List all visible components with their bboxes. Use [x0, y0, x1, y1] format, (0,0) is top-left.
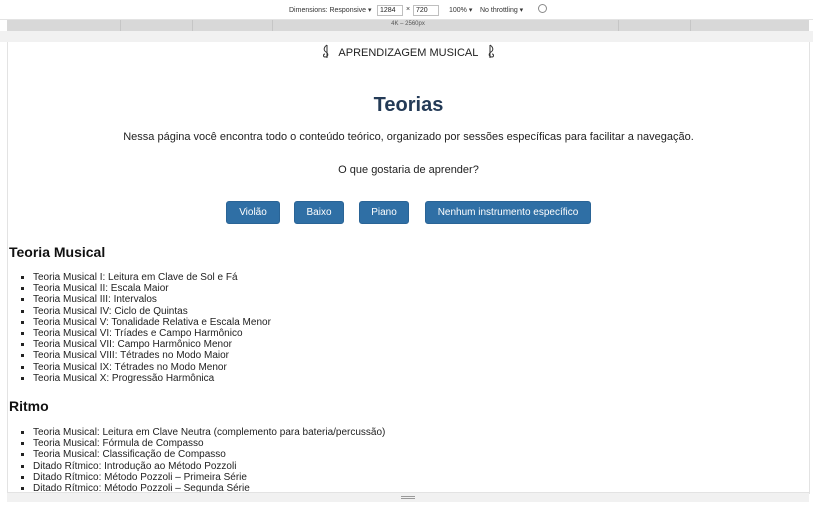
baixo-button[interactable]: Baixo: [294, 201, 344, 224]
treble-clef-icon: [488, 44, 495, 58]
resize-handle-icon[interactable]: [401, 496, 415, 499]
viewport-gutter: [0, 31, 813, 42]
list-item[interactable]: Ditado Rítmico: Introdução ao Método Poz…: [33, 461, 385, 472]
list-item[interactable]: Ditado Rítmico: Método Pozzoli – Primeir…: [33, 472, 385, 483]
media-query-label: 4K – 2560px: [391, 21, 425, 27]
zoom-dropdown[interactable]: 100% ▾: [449, 6, 472, 14]
list-item[interactable]: Teoria Musical X: Progressão Harmônica: [33, 373, 271, 384]
list-item[interactable]: Teoria Musical V: Tonalidade Relativa e …: [33, 317, 271, 328]
list-item[interactable]: Teoria Musical: Fórmula de Compasso: [33, 438, 385, 449]
media-query-bar[interactable]: 4K – 2560px: [7, 20, 809, 31]
no-instrument-button[interactable]: Nenhum instrumento específico: [425, 201, 591, 224]
intro-text: Nessa página você encontra todo o conteú…: [123, 131, 694, 143]
height-input[interactable]: 720: [413, 5, 439, 16]
section-heading-ritmo: Ritmo: [9, 398, 49, 414]
site-brand[interactable]: APRENDIZAGEM MUSICAL: [8, 44, 809, 59]
dimensions-dropdown[interactable]: Dimensions: Responsive ▾: [289, 6, 372, 14]
ritmo-list: Teoria Musical: Leitura em Clave Neutra …: [33, 427, 385, 494]
teoria-musical-list: Teoria Musical I: Leitura em Clave de So…: [33, 272, 271, 384]
throttling-dropdown[interactable]: No throttling ▾: [480, 6, 523, 14]
list-item[interactable]: Teoria Musical: Classificação de Compass…: [33, 449, 385, 460]
list-item[interactable]: Teoria Musical II: Escala Maior: [33, 283, 271, 294]
treble-clef-icon: [322, 44, 329, 58]
viewport-resize-bar[interactable]: [7, 492, 809, 502]
list-item[interactable]: Teoria Musical IV: Ciclo de Quintas: [33, 306, 271, 317]
width-input[interactable]: 1284: [377, 5, 403, 16]
rotate-icon[interactable]: [538, 4, 547, 13]
list-item[interactable]: Teoria Musical IX: Tétrades no Modo Meno…: [33, 362, 271, 373]
section-heading-teoria-musical: Teoria Musical: [9, 244, 106, 260]
question-text: O que gostaria de aprender?: [338, 164, 479, 176]
violao-button[interactable]: Violão: [226, 201, 280, 224]
page-title: Teorias: [373, 94, 444, 116]
list-item[interactable]: Teoria Musical: Leitura em Clave Neutra …: [33, 427, 385, 438]
list-item[interactable]: Teoria Musical III: Intervalos: [33, 294, 271, 305]
times-sign: ×: [406, 6, 411, 13]
list-item[interactable]: Teoria Musical VI: Tríades e Campo Harmô…: [33, 328, 271, 339]
list-item[interactable]: Teoria Musical VII: Campo Harmônico Meno…: [33, 339, 271, 350]
list-item[interactable]: Teoria Musical VIII: Tétrades no Modo Ma…: [33, 350, 271, 361]
brand-name: APRENDIZAGEM MUSICAL: [338, 47, 478, 59]
piano-button[interactable]: Piano: [359, 201, 409, 224]
list-item[interactable]: Teoria Musical I: Leitura em Clave de So…: [33, 272, 271, 283]
page-viewport: APRENDIZAGEM MUSICAL Teorias Nessa págin…: [7, 42, 810, 494]
devtools-toolbar: Dimensions: Responsive ▾ 1284 × 720 100%…: [0, 0, 813, 20]
